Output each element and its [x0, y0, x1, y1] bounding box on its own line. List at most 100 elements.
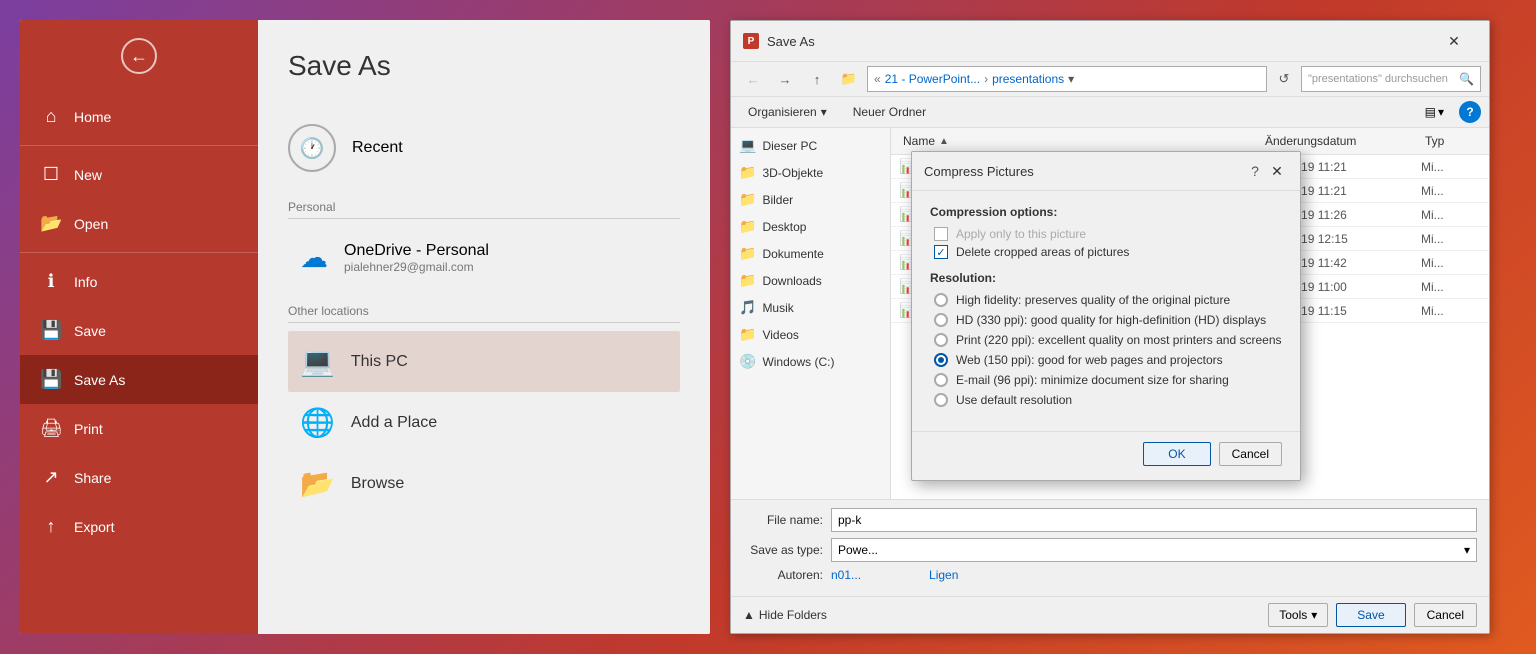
- 3d-objekte-icon: 📁: [739, 164, 756, 181]
- save-label: Save: [1357, 608, 1384, 622]
- compress-titlebar: Compress Pictures ? ✕: [912, 152, 1300, 191]
- back-button[interactable]: ←: [20, 20, 258, 92]
- authors-value[interactable]: n01...: [831, 568, 861, 582]
- delete-cropped-checkbox[interactable]: ✓: [934, 245, 948, 259]
- help-button[interactable]: ?: [1459, 101, 1481, 123]
- radio-email-96[interactable]: E-mail (96 ppi): minimize document size …: [930, 373, 1282, 387]
- col-name-header[interactable]: Name ▲: [899, 132, 1261, 150]
- dieser-pc-icon: 💻: [739, 137, 756, 154]
- onedrive-icon: ☁: [300, 241, 328, 274]
- browse-item[interactable]: 📂 Browse: [288, 453, 680, 514]
- browse-label: Browse: [351, 475, 404, 493]
- save-button[interactable]: Save: [1336, 603, 1405, 627]
- new-folder-button[interactable]: Neuer Ordner: [844, 101, 935, 123]
- add-place-item[interactable]: 🌐 Add a Place: [288, 392, 680, 453]
- dieser-pc-label: Dieser PC: [762, 139, 817, 153]
- videos-icon: 📁: [739, 326, 756, 343]
- dialog-app-icon: P: [743, 33, 759, 49]
- folder-videos[interactable]: 📁 Videos: [731, 321, 890, 348]
- dokumente-icon: 📁: [739, 245, 756, 262]
- organize-label: Organisieren: [748, 105, 817, 119]
- breadcrumb-dropdown-icon[interactable]: ▾: [1068, 72, 1074, 86]
- folder-musik[interactable]: 🎵 Musik: [731, 294, 890, 321]
- sidebar-item-info-label: Info: [74, 274, 97, 290]
- tools-label: Tools: [1279, 608, 1307, 622]
- radio-print-220-label: Print (220 ppi): excellent quality on mo…: [956, 333, 1282, 347]
- sidebar-item-export[interactable]: ↑ Export: [20, 502, 258, 551]
- file-type-2: Mi...: [1421, 208, 1481, 222]
- filename-input[interactable]: [831, 508, 1477, 532]
- radio-print-220-button[interactable]: [934, 333, 948, 347]
- recent-label: Recent: [352, 139, 403, 157]
- nav-forward-button[interactable]: →: [771, 66, 799, 92]
- view-button[interactable]: ▤ ▾: [1418, 101, 1451, 123]
- nav-up-button[interactable]: ↑: [803, 66, 831, 92]
- sidebar-item-share[interactable]: ↗ Share: [20, 453, 258, 502]
- onedrive-label: OneDrive - Personal: [344, 242, 489, 260]
- radio-web-150[interactable]: Web (150 ppi): good for web pages and pr…: [930, 353, 1282, 367]
- onedrive-personal-item[interactable]: ☁ OneDrive - Personal pialehner29@gmail.…: [288, 227, 680, 288]
- bilder-icon: 📁: [739, 191, 756, 208]
- app-icon-letter: P: [748, 36, 755, 47]
- 3d-objekte-label: 3D-Objekte: [762, 166, 823, 180]
- open-icon: 📂: [40, 213, 62, 234]
- sidebar-item-open-label: Open: [74, 216, 108, 232]
- search-box: "presentations" durchsuchen 🔍: [1301, 66, 1481, 92]
- sidebar-item-new[interactable]: ☐ New: [20, 150, 258, 199]
- radio-high-fidelity[interactable]: High fidelity: preserves quality of the …: [930, 293, 1282, 307]
- folder-3d-objekte[interactable]: 📁 3D-Objekte: [731, 159, 890, 186]
- folder-dieser-pc[interactable]: 💻 Dieser PC: [731, 132, 890, 159]
- dialog-title: Save As: [767, 34, 1423, 49]
- tags-link[interactable]: Ligen: [929, 568, 958, 582]
- radio-high-fidelity-button[interactable]: [934, 293, 948, 307]
- musik-label: Musik: [762, 301, 793, 315]
- sidebar-item-save-label: Save: [74, 323, 106, 339]
- compress-cancel-button[interactable]: Cancel: [1219, 442, 1282, 466]
- apply-only-checkbox[interactable]: [934, 227, 948, 241]
- folder-bilder[interactable]: 📁 Bilder: [731, 186, 890, 213]
- radio-default[interactable]: Use default resolution: [930, 393, 1282, 407]
- sidebar-item-open[interactable]: 📂 Open: [20, 199, 258, 248]
- radio-print-220[interactable]: Print (220 ppi): excellent quality on mo…: [930, 333, 1282, 347]
- hide-folders-button[interactable]: ▲ Hide Folders: [743, 608, 827, 622]
- dialog-file-sidebar: 💻 Dieser PC 📁 3D-Objekte 📁 Bilder 📁 Desk…: [731, 128, 891, 499]
- sidebar-item-print[interactable]: 🖨 Print: [20, 404, 258, 453]
- cancel-button[interactable]: Cancel: [1414, 603, 1477, 627]
- col-type-header[interactable]: Typ: [1421, 132, 1481, 150]
- breadcrumb-current[interactable]: presentations: [992, 72, 1064, 86]
- dialog-close-button[interactable]: ✕: [1431, 29, 1477, 53]
- windows-c-label: Windows (C:): [762, 355, 834, 369]
- folder-dokumente[interactable]: 📁 Dokumente: [731, 240, 890, 267]
- radio-email-96-button[interactable]: [934, 373, 948, 387]
- folder-downloads[interactable]: 📁 Downloads: [731, 267, 890, 294]
- radio-default-button[interactable]: [934, 393, 948, 407]
- compress-help-button[interactable]: ?: [1244, 160, 1266, 182]
- tools-button[interactable]: Tools ▾: [1268, 603, 1328, 627]
- sidebar-item-save[interactable]: 💾 Save: [20, 306, 258, 355]
- recent-item[interactable]: 🕐 Recent: [288, 112, 680, 184]
- organize-button[interactable]: Organisieren ▾: [739, 101, 836, 123]
- organize-dropdown-icon: ▾: [821, 105, 827, 119]
- folder-windows-c[interactable]: 💿 Windows (C:): [731, 348, 890, 375]
- onedrive-info: OneDrive - Personal pialehner29@gmail.co…: [344, 242, 489, 274]
- sidebar-item-info[interactable]: ℹ Info: [20, 257, 258, 306]
- radio-default-label: Use default resolution: [956, 393, 1072, 407]
- radio-web-150-button[interactable]: [934, 353, 948, 367]
- breadcrumb-parent[interactable]: 21 - PowerPoint...: [885, 72, 980, 86]
- filename-row: File name:: [743, 508, 1477, 532]
- sidebar-item-save-as[interactable]: 💾 Save As: [20, 355, 258, 404]
- radio-hd-330[interactable]: HD (330 ppi): good quality for high-defi…: [930, 313, 1282, 327]
- folder-desktop[interactable]: 📁 Desktop: [731, 213, 890, 240]
- this-pc-item[interactable]: 💻 This PC: [288, 331, 680, 392]
- onedrive-email: pialehner29@gmail.com: [344, 260, 489, 274]
- sidebar-item-home[interactable]: ⌂ Home: [20, 92, 258, 141]
- nav-back-button[interactable]: ←: [739, 66, 767, 92]
- col-date-header[interactable]: Änderungsdatum: [1261, 132, 1421, 150]
- compress-close-button[interactable]: ✕: [1266, 160, 1288, 182]
- filetype-select[interactable]: Powe... ▾: [831, 538, 1477, 562]
- radio-hd-330-button[interactable]: [934, 313, 948, 327]
- radio-email-96-label: E-mail (96 ppi): minimize document size …: [956, 373, 1229, 387]
- refresh-button[interactable]: ↺: [1271, 66, 1297, 92]
- save-icon: 💾: [40, 320, 62, 341]
- compress-ok-button[interactable]: OK: [1143, 442, 1210, 466]
